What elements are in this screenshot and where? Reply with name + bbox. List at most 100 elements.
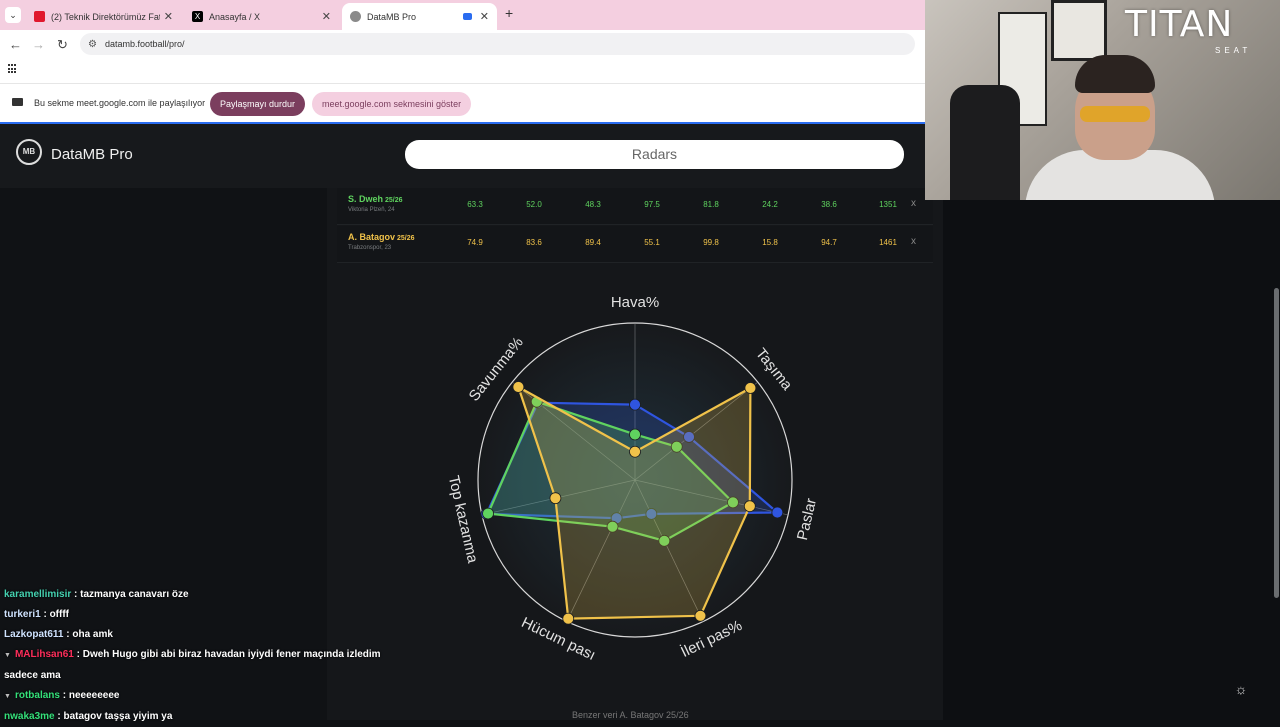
player-stat: 97.5 bbox=[644, 200, 660, 209]
streamer-glasses bbox=[1080, 106, 1150, 122]
forward-arrow-icon[interactable]: → bbox=[32, 37, 45, 52]
player-name[interactable]: A. Batagov 25/26 bbox=[348, 232, 415, 242]
x-logo-icon: X bbox=[192, 11, 203, 22]
remove-player-button[interactable]: x bbox=[911, 198, 916, 209]
radar-data-point bbox=[562, 612, 575, 625]
reload-icon[interactable]: ↻ bbox=[57, 37, 68, 53]
player-row[interactable]: A. Batagov 25/26 Trabzonspor, 23 74.9 83.6 89… bbox=[337, 226, 933, 263]
player-club: Trabzonspor, 23 bbox=[348, 245, 392, 251]
radar-axis-label: Hava% bbox=[611, 294, 659, 311]
webcam-feed: TITAN SEAT bbox=[925, 0, 1280, 200]
datamb-logo[interactable]: MB bbox=[16, 139, 42, 165]
player-name-text: A. Batagov bbox=[348, 232, 396, 242]
browser-tab-bar: ⌄ (2) Teknik Direktörümüz Fatih T ✕ X An… bbox=[0, 0, 925, 30]
player-stat: 81.8 bbox=[703, 200, 719, 209]
chat-username: karamellimisir bbox=[4, 589, 72, 600]
chat-text: : oha amk bbox=[63, 629, 113, 640]
chat-badge-icon: ▼ bbox=[4, 652, 11, 659]
radar-data-point bbox=[744, 382, 757, 394]
player-stat: 1461 bbox=[879, 238, 897, 247]
player-stat: 74.9 bbox=[467, 238, 483, 247]
browser-tab-datamb[interactable]: DataMB Pro ✕ bbox=[342, 3, 497, 30]
chat-message: ▼ MALihsan61 : Dweh Hugo gibi abi biraz h… bbox=[4, 645, 404, 686]
chat-text: : neeeeeeee bbox=[59, 690, 120, 701]
right-empty-area bbox=[943, 188, 1280, 720]
player-row[interactable]: S. Dweh 25/26 Viktoria Plzeň, 24 63.3 52.0 48… bbox=[337, 188, 933, 225]
browser-tab-youtube[interactable]: (2) Teknik Direktörümüz Fatih T ✕ bbox=[26, 3, 181, 30]
apps-grid-icon[interactable] bbox=[8, 64, 18, 74]
chat-message: Lazkopat611 : oha amk bbox=[4, 625, 424, 645]
site-info-icon[interactable]: ⚙ bbox=[88, 39, 97, 50]
player-stat: 89.4 bbox=[585, 238, 601, 247]
radars-button[interactable]: Radars bbox=[405, 140, 904, 169]
back-arrow-icon[interactable]: ← bbox=[9, 37, 22, 52]
player-stat: 52.0 bbox=[526, 200, 542, 209]
player-stat: 83.6 bbox=[526, 238, 542, 247]
sharing-tab-icon bbox=[462, 13, 472, 20]
radar-data-point bbox=[549, 492, 562, 505]
chat-message: ▼ rotbalans : neeeeeeee bbox=[4, 686, 424, 707]
gaming-chair bbox=[950, 85, 1020, 200]
tab-title: DataMB Pro bbox=[367, 11, 417, 22]
chat-message: turkeri1 : offff bbox=[4, 605, 424, 625]
chat-message: nwaka3me : batagov taşşa yiyim ya bbox=[4, 707, 424, 727]
titan-logo: TITAN bbox=[1125, 4, 1234, 45]
player-season: 25/26 bbox=[385, 197, 403, 204]
app-header: MB DataMB Pro Radars bbox=[0, 122, 925, 188]
close-tab-icon[interactable]: ✕ bbox=[322, 10, 331, 23]
tab-search-chevron-icon[interactable]: ⌄ bbox=[5, 7, 21, 23]
chat-username: rotbalans bbox=[14, 690, 60, 701]
chat-username: nwaka3me bbox=[4, 711, 55, 722]
close-tab-icon[interactable]: ✕ bbox=[164, 10, 173, 23]
radar-data-point bbox=[629, 445, 641, 458]
player-name[interactable]: S. Dweh 25/26 bbox=[348, 194, 403, 204]
bookmarks-bar bbox=[0, 58, 925, 83]
player-stat: 15.8 bbox=[762, 238, 778, 247]
radar-data-point bbox=[629, 398, 641, 411]
browser-tab-x[interactable]: X Anasayfa / X ✕ bbox=[184, 3, 339, 30]
radar-axis-label: Top kazanma bbox=[445, 474, 482, 565]
chat-badge-icon: ▼ bbox=[4, 693, 11, 700]
stream-chat-overlay: karamellimisir : tazmanya canavarı öze tu… bbox=[4, 585, 424, 727]
player-stat: 1351 bbox=[879, 200, 897, 209]
url-text: datamb.football/pro/ bbox=[104, 39, 185, 49]
similar-players-heading: Benzer veri A. Batagov 25/26 bbox=[572, 710, 689, 720]
player-stat: 63.3 bbox=[467, 200, 483, 209]
radar-data-point bbox=[512, 381, 525, 393]
radar-data-point bbox=[482, 507, 494, 520]
page-scrollbar[interactable] bbox=[1272, 188, 1280, 720]
share-message: Bu sekme meet.google.com ile paylaşılıyo… bbox=[34, 98, 206, 108]
player-stat: 24.2 bbox=[762, 200, 778, 209]
player-name-text: S. Dweh bbox=[348, 194, 384, 204]
url-field[interactable]: ⚙ datamb.football/pro/ bbox=[80, 33, 915, 55]
theme-toggle-sun-icon[interactable]: ☼ bbox=[1230, 678, 1252, 700]
remove-player-button[interactable]: x bbox=[911, 236, 916, 247]
screen-share-icon bbox=[12, 98, 23, 106]
player-stat: 94.7 bbox=[821, 238, 837, 247]
show-meet-tab-button[interactable]: meet.google.com sekmesini göster bbox=[312, 92, 472, 116]
player-stat: 48.3 bbox=[585, 200, 601, 209]
tab-title: Anasayfa / X bbox=[209, 11, 261, 22]
titan-logo-sub: SEAT bbox=[1215, 46, 1252, 55]
radar-axis-label: Paslar bbox=[794, 497, 820, 542]
address-bar: ← → ↻ ⚙ datamb.football/pro/ bbox=[0, 30, 925, 58]
scrollbar-thumb[interactable] bbox=[1274, 288, 1279, 598]
player-stat: 99.8 bbox=[703, 238, 719, 247]
radar-data-point bbox=[771, 506, 784, 519]
stop-sharing-button[interactable]: Paylaşmayı durdur bbox=[210, 92, 306, 116]
chat-username: MALihsan61 bbox=[14, 649, 74, 660]
screen-share-bar: Bu sekme meet.google.com ile paylaşılıyo… bbox=[0, 83, 925, 122]
player-club: Viktoria Plzeň, 24 bbox=[348, 207, 395, 213]
globe-icon bbox=[350, 11, 361, 22]
player-season: 25/26 bbox=[397, 235, 415, 242]
player-stat: 38.6 bbox=[821, 200, 837, 209]
close-tab-icon[interactable]: ✕ bbox=[480, 10, 489, 23]
chat-message: karamellimisir : tazmanya canavarı öze bbox=[4, 585, 424, 605]
brand-name[interactable]: DataMB Pro bbox=[51, 146, 133, 163]
chat-username: turkeri1 bbox=[4, 609, 41, 620]
new-tab-plus-icon[interactable]: + bbox=[505, 5, 513, 21]
chat-username: Lazkopat611 bbox=[4, 629, 64, 640]
radar-data-point bbox=[629, 428, 641, 441]
wall-frame bbox=[1051, 0, 1107, 61]
youtube-icon bbox=[34, 11, 45, 22]
